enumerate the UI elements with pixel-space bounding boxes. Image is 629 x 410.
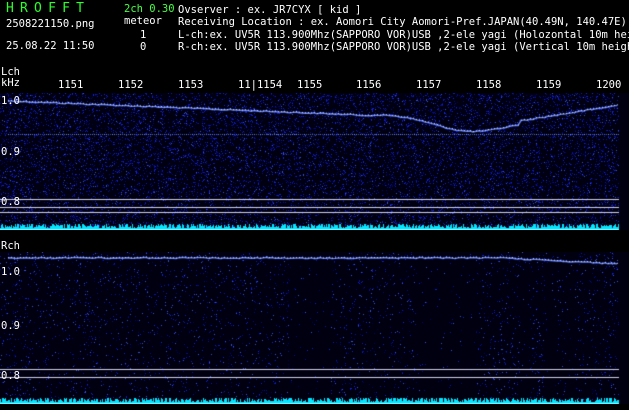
location-info: Receiving Location : ex. Aomori City Aom… bbox=[178, 16, 627, 28]
time-tick-label: 1153 bbox=[178, 79, 204, 91]
observer-info: Ovserver : ex. JR7CYX [ kid ] bbox=[178, 4, 362, 16]
lch-y-label-2: 0.9 bbox=[1, 146, 20, 158]
channel-mode: 2ch 0.30 bbox=[124, 3, 175, 15]
time-tick-label: 1151 bbox=[58, 79, 84, 91]
time-tick-label: 1158 bbox=[476, 79, 502, 91]
lch-info: L-ch:ex. UV5R 113.900Mhz(SAPPORO VOR)USB… bbox=[178, 29, 629, 41]
app-logo: HROFFT bbox=[6, 1, 91, 16]
rch-y-label-2: 0.9 bbox=[1, 320, 20, 332]
lch-y-label-1: 1.0 bbox=[1, 95, 20, 107]
rch-info: R-ch:ex. UV5R 113.900Mhz(SAPPORO VOR)USB… bbox=[178, 41, 629, 53]
time-tick-label: 1152 bbox=[118, 79, 144, 91]
time-tick-label: 1156 bbox=[356, 79, 382, 91]
unit-label: kHz bbox=[1, 77, 20, 89]
meteor-lch-count: 1 bbox=[140, 29, 147, 41]
time-tick-label: 11|1154 bbox=[238, 79, 283, 91]
timestamp: 25.08.22 11:50 bbox=[6, 40, 95, 52]
lch-spectrogram bbox=[0, 93, 629, 230]
rch-label: Rch bbox=[1, 240, 20, 252]
meteor-label: meteor bbox=[124, 15, 162, 27]
time-tick-label: 1157 bbox=[416, 79, 442, 91]
rch-noise-field bbox=[0, 252, 629, 404]
time-tick-label: 1155 bbox=[297, 79, 323, 91]
time-tick-label: 1159 bbox=[536, 79, 562, 91]
time-tick-label: 1200 bbox=[596, 79, 622, 91]
meteor-rch-count: 0 bbox=[140, 41, 147, 53]
rch-spectrogram bbox=[0, 252, 629, 404]
rch-y-label-1: 1.0 bbox=[1, 266, 20, 278]
lch-y-label-3: 0.8 bbox=[1, 196, 20, 208]
lch-noise-field bbox=[0, 93, 629, 230]
file-name: 2508221150.png bbox=[6, 18, 95, 30]
rch-y-label-3: 0.8 bbox=[1, 370, 20, 382]
